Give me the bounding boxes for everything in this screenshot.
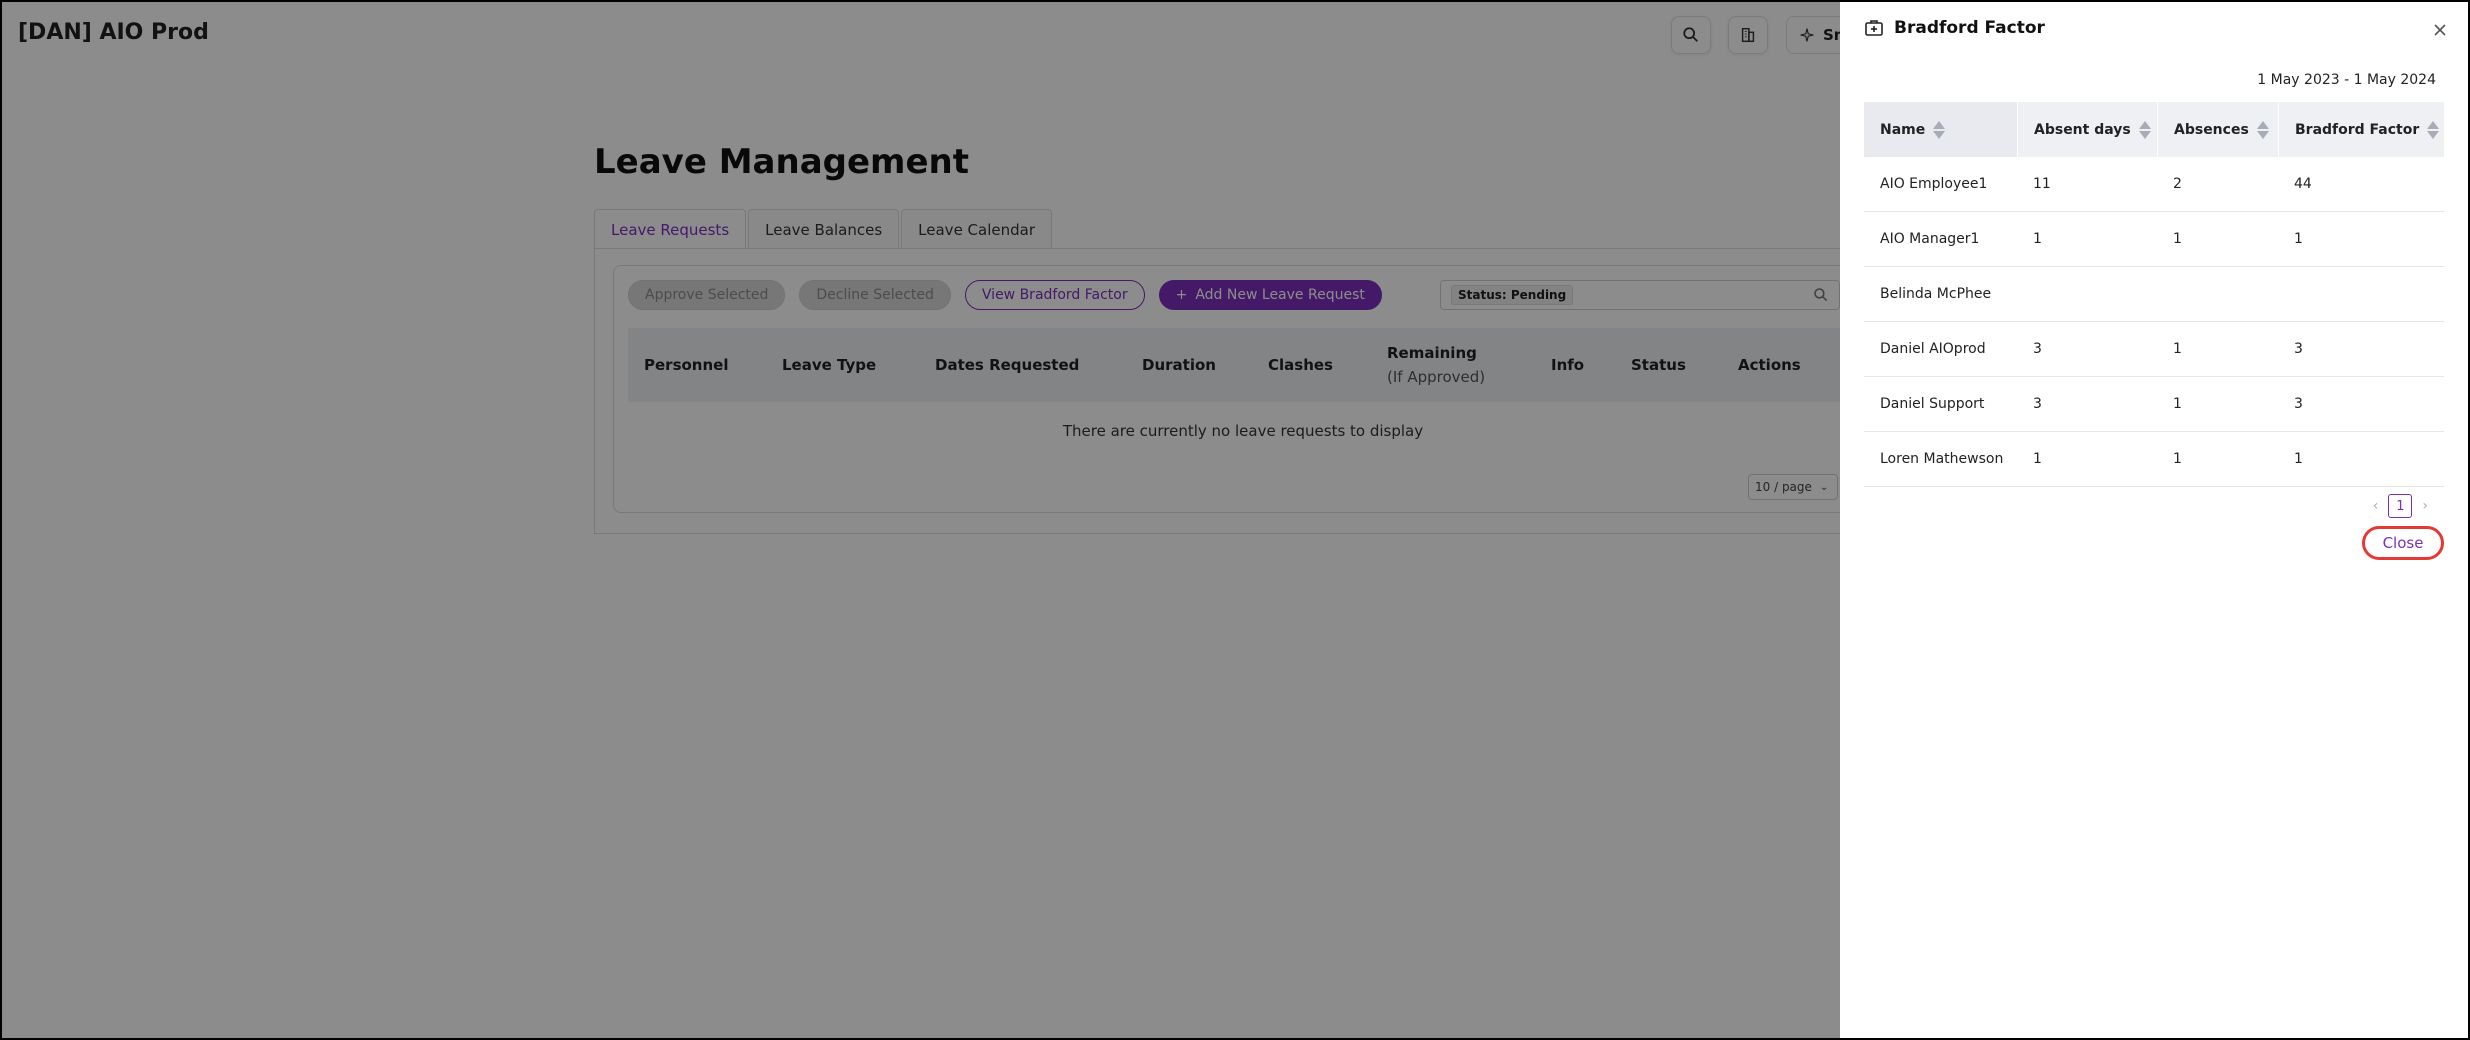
column-absent-days-label: Absent days bbox=[2034, 121, 2131, 138]
cell-bradford-factor: 3 bbox=[2294, 341, 2303, 357]
drawer-title: Bradford Factor bbox=[1894, 18, 2045, 38]
cell-bradford-factor: 3 bbox=[2294, 396, 2303, 412]
sort-icon bbox=[1933, 120, 1946, 139]
cell-name: Loren Mathewson bbox=[1880, 451, 2004, 467]
chevron-left-icon[interactable]: ‹ bbox=[2373, 498, 2379, 514]
cell-name: AIO Employee1 bbox=[1880, 176, 1988, 192]
page-number[interactable]: 1 bbox=[2388, 494, 2413, 518]
bradford-table: Name Absent days Absences Bradford Facto… bbox=[1864, 102, 2444, 487]
cell-bradford-factor bbox=[2278, 267, 2444, 321]
cell-absences: 1 bbox=[2173, 341, 2182, 357]
column-bradford-factor[interactable]: Bradford Factor bbox=[2278, 102, 2444, 157]
table-row: Daniel AIOprod 3 1 3 bbox=[1864, 322, 2444, 377]
bradford-table-header: Name Absent days Absences Bradford Facto… bbox=[1864, 102, 2444, 157]
cell-bradford-factor: 44 bbox=[2294, 176, 2312, 192]
medical-bag-icon bbox=[1865, 20, 1883, 36]
close-button[interactable]: Close bbox=[2362, 526, 2444, 560]
cell-absent-days: 11 bbox=[2033, 176, 2051, 192]
table-row: AIO Employee1 11 2 44 bbox=[1864, 157, 2444, 212]
chevron-right-icon[interactable]: › bbox=[2422, 498, 2428, 514]
table-row: AIO Manager1 1 1 1 bbox=[1864, 212, 2444, 267]
column-absent-days[interactable]: Absent days bbox=[2017, 102, 2157, 157]
cell-absences: 1 bbox=[2173, 396, 2182, 412]
drawer-header: Bradford Factor bbox=[1864, 18, 2045, 38]
column-name-label: Name bbox=[1880, 121, 1926, 138]
cell-bradford-factor: 1 bbox=[2294, 451, 2303, 467]
column-name[interactable]: Name bbox=[1864, 102, 2017, 157]
cell-name: Belinda McPhee bbox=[1880, 286, 1992, 302]
cell-name: Daniel Support bbox=[1880, 396, 1985, 412]
cell-name: Daniel AIOprod bbox=[1880, 341, 1986, 357]
sort-icon bbox=[2138, 120, 2151, 139]
column-absences-label: Absences bbox=[2174, 121, 2249, 138]
cell-absent-days: 3 bbox=[2033, 396, 2042, 412]
cell-absences: 1 bbox=[2173, 231, 2182, 247]
bradford-factor-drawer: Bradford Factor 1 May 2023 - 1 May 2024 … bbox=[1840, 0, 2470, 1040]
cell-absent-days: 1 bbox=[2033, 451, 2042, 467]
close-icon[interactable] bbox=[2432, 22, 2448, 38]
pagination: ‹ 1 › bbox=[2373, 494, 2428, 518]
modal-overlay[interactable] bbox=[0, 0, 1840, 1040]
date-range: 1 May 2023 - 1 May 2024 bbox=[2257, 72, 2436, 88]
table-row: Daniel Support 3 1 3 bbox=[1864, 377, 2444, 432]
sort-icon bbox=[2256, 120, 2269, 139]
cell-absent-days bbox=[2017, 267, 2157, 321]
cell-name: AIO Manager1 bbox=[1880, 231, 1980, 247]
cell-absences bbox=[2157, 267, 2278, 321]
cell-absent-days: 1 bbox=[2033, 231, 2042, 247]
column-absences[interactable]: Absences bbox=[2157, 102, 2278, 157]
cell-bradford-factor: 1 bbox=[2294, 231, 2303, 247]
cell-absent-days: 3 bbox=[2033, 341, 2042, 357]
table-row: Loren Mathewson 1 1 1 bbox=[1864, 432, 2444, 487]
table-row: Belinda McPhee bbox=[1864, 267, 2444, 322]
sort-icon bbox=[2427, 120, 2440, 139]
cell-absences: 1 bbox=[2173, 451, 2182, 467]
cell-absences: 2 bbox=[2173, 176, 2182, 192]
column-bradford-factor-label: Bradford Factor bbox=[2295, 121, 2420, 138]
